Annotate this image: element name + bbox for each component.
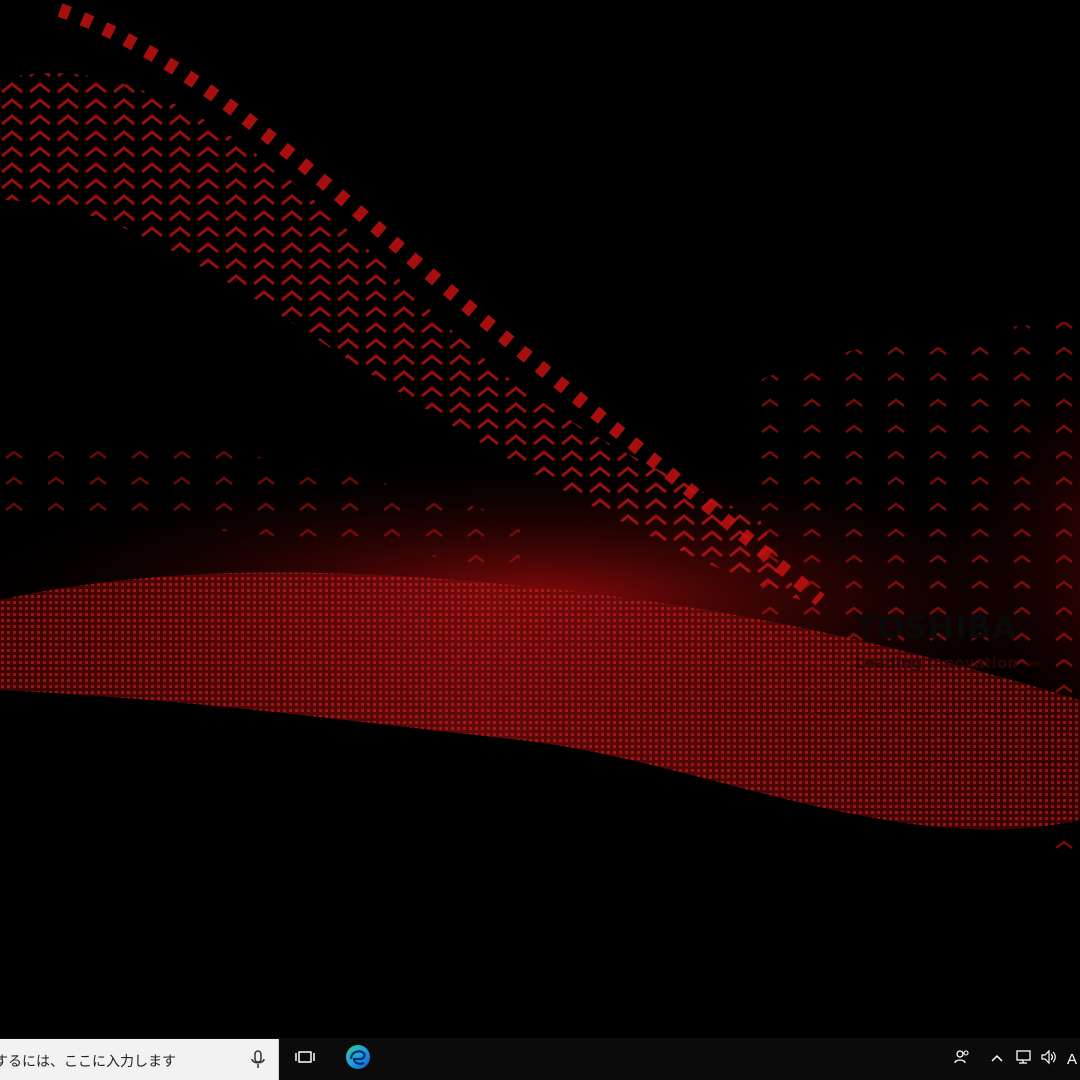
network-button[interactable] <box>1012 1038 1034 1080</box>
ime-indicator-label: A <box>1066 1050 1077 1068</box>
tagline-text: Leading Innovation <box>855 654 1018 672</box>
task-view-icon <box>295 1049 315 1070</box>
chevron-up-icon <box>991 1050 1003 1068</box>
ime-indicator[interactable]: A <box>1064 1038 1080 1080</box>
microphone-icon[interactable] <box>249 1049 267 1071</box>
task-view-button[interactable] <box>290 1038 320 1080</box>
brand-tagline: Leading Innovation »» <box>855 654 1041 672</box>
volume-icon <box>1040 1049 1058 1070</box>
show-hidden-icons-button[interactable] <box>988 1038 1006 1080</box>
taskbar-app-edge[interactable] <box>340 1038 376 1080</box>
desktop[interactable]: TOSHIBA Leading Innovation »» <box>0 0 1080 1038</box>
edge-icon <box>344 1043 372 1076</box>
toshiba-logo: TOSHIBA Leading Innovation »» <box>855 610 1041 672</box>
brand-name: TOSHIBA <box>855 610 1017 646</box>
search-box[interactable]: するには、ここに入力します <box>0 1039 279 1080</box>
tagline-chevrons: »» <box>1023 654 1041 672</box>
network-icon <box>1014 1049 1032 1070</box>
people-icon <box>953 1048 971 1071</box>
taskbar: するには、ここに入力します A <box>0 1038 1080 1080</box>
wallpaper <box>0 0 1080 1038</box>
search-placeholder: するには、ここに入力します <box>0 1053 176 1069</box>
volume-button[interactable] <box>1038 1038 1060 1080</box>
people-button[interactable] <box>950 1038 974 1080</box>
